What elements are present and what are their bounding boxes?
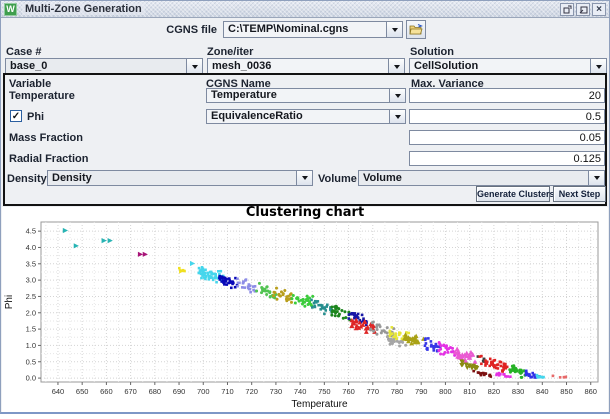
- svg-text:730: 730: [270, 387, 283, 396]
- clustering-scatter-plot: 640 650 660 670 680 690 700 710 720 730 740 750 760 7…: [2, 220, 610, 414]
- density-label: Density: [7, 173, 47, 185]
- chevron-down-icon[interactable]: [388, 59, 404, 74]
- mass-fraction-variance-field[interactable]: [409, 130, 605, 145]
- svg-text:800: 800: [439, 387, 452, 396]
- row-label-radial-fraction: Radial Fraction: [9, 153, 88, 165]
- svg-text:830: 830: [512, 387, 525, 396]
- svg-text:760: 760: [342, 387, 355, 396]
- temperature-variance-field[interactable]: [409, 88, 605, 103]
- title-bar[interactable]: W Multi-Zone Generation ×: [1, 1, 609, 18]
- row-label-mass-fraction: Mass Fraction: [9, 132, 83, 144]
- chevron-down-icon[interactable]: [186, 59, 202, 74]
- cgns-file-label: CGNS file: [151, 24, 217, 36]
- maximize-icon[interactable]: [576, 3, 590, 16]
- multi-zone-generation-window: W Multi-Zone Generation × CGNS file C:\T…: [0, 0, 610, 414]
- open-folder-icon: [409, 24, 423, 35]
- svg-text:780: 780: [391, 387, 404, 396]
- svg-text:660: 660: [100, 387, 113, 396]
- phi-cgns-combo[interactable]: EquivalenceRatio: [206, 109, 406, 124]
- svg-text:2.5: 2.5: [26, 292, 36, 301]
- chevron-down-icon[interactable]: [386, 22, 402, 37]
- svg-text:Phi: Phi: [4, 295, 15, 309]
- svg-text:820: 820: [488, 387, 501, 396]
- clustering-chart-panel: Clustering chart 640 650 660 670 680 690 700 71…: [2, 207, 608, 412]
- cgns-file-value: C:\TEMP\Nominal.cgns: [224, 22, 386, 37]
- window-title: Multi-Zone Generation: [22, 3, 145, 15]
- svg-text:720: 720: [245, 387, 258, 396]
- svg-text:3.0: 3.0: [26, 276, 36, 285]
- svg-text:4.5: 4.5: [26, 227, 36, 236]
- svg-text:2.0: 2.0: [26, 308, 36, 317]
- next-step-button[interactable]: Next Step: [553, 186, 606, 202]
- chevron-down-icon[interactable]: [590, 59, 606, 74]
- svg-text:1.5: 1.5: [26, 325, 36, 334]
- svg-text:750: 750: [318, 387, 331, 396]
- svg-text:700: 700: [197, 387, 210, 396]
- svg-text:670: 670: [124, 387, 137, 396]
- generate-clusters-button[interactable]: Generate Clusters: [476, 186, 550, 202]
- variable-header: Variable: [9, 78, 51, 90]
- chart-title: Clustering chart: [2, 207, 608, 220]
- svg-text:4.0: 4.0: [26, 243, 36, 252]
- row-label-phi: Phi: [27, 111, 44, 123]
- svg-text:3.5: 3.5: [26, 259, 36, 268]
- app-icon: W: [4, 3, 17, 16]
- radial-fraction-variance-field[interactable]: [409, 151, 605, 166]
- svg-text:1.0: 1.0: [26, 341, 36, 350]
- svg-text:0.5: 0.5: [26, 357, 36, 366]
- volume-combo[interactable]: Volume: [358, 170, 605, 186]
- volume-label: Volume: [318, 173, 357, 185]
- chevron-down-icon[interactable]: [588, 171, 604, 185]
- chevron-down-icon[interactable]: [296, 171, 312, 185]
- cgns-file-combo[interactable]: C:\TEMP\Nominal.cgns: [223, 21, 403, 38]
- svg-text:690: 690: [173, 387, 186, 396]
- variables-panel: Variable CGNS Name Max. Variance Tempera…: [3, 73, 607, 206]
- browse-file-button[interactable]: [406, 20, 426, 39]
- zone-label: Zone/iter: [207, 46, 253, 58]
- solution-label: Solution: [410, 46, 454, 58]
- density-combo[interactable]: Density: [47, 170, 313, 186]
- chevron-down-icon[interactable]: [389, 89, 405, 102]
- close-icon[interactable]: ×: [592, 3, 606, 16]
- svg-text:Temperature: Temperature: [291, 399, 348, 410]
- case-label: Case #: [6, 46, 41, 58]
- svg-text:710: 710: [221, 387, 234, 396]
- chevron-down-icon[interactable]: [389, 110, 405, 123]
- svg-text:740: 740: [294, 387, 307, 396]
- row-label-temperature: Temperature: [9, 90, 75, 102]
- temperature-cgns-combo[interactable]: Temperature: [206, 88, 406, 103]
- svg-text:860: 860: [584, 387, 597, 396]
- svg-text:0.0: 0.0: [26, 374, 36, 383]
- svg-text:640: 640: [52, 387, 65, 396]
- svg-text:770: 770: [367, 387, 380, 396]
- svg-text:840: 840: [536, 387, 549, 396]
- svg-text:650: 650: [76, 387, 89, 396]
- svg-text:790: 790: [415, 387, 428, 396]
- phi-variance-field[interactable]: [409, 109, 605, 124]
- svg-text:680: 680: [149, 387, 162, 396]
- minimize-icon[interactable]: [560, 3, 574, 16]
- phi-checkbox[interactable]: ✓: [10, 110, 22, 122]
- svg-text:850: 850: [560, 387, 573, 396]
- svg-text:810: 810: [463, 387, 476, 396]
